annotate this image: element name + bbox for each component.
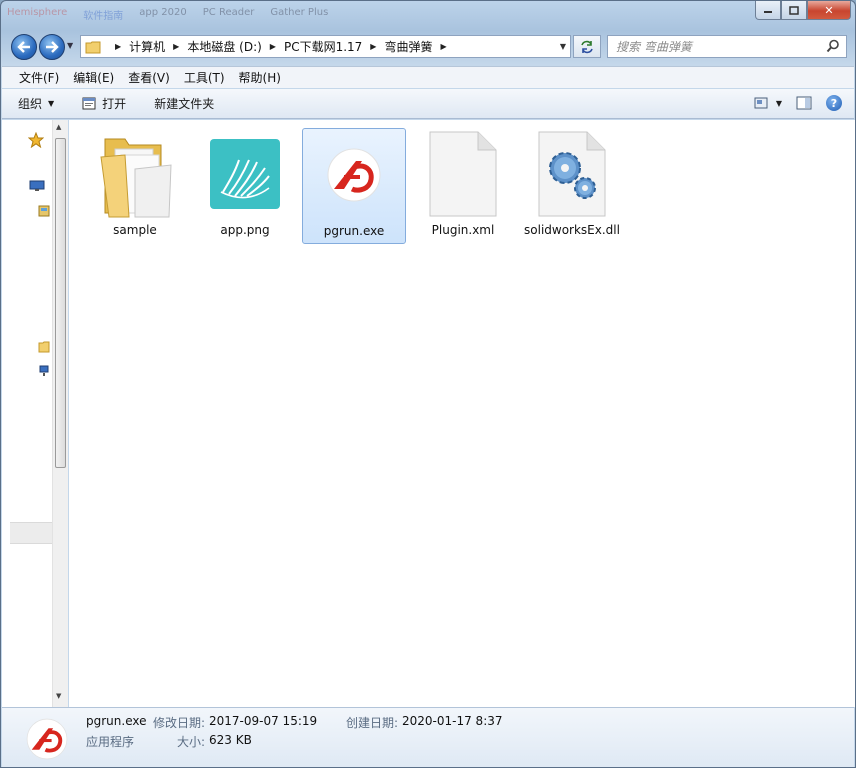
chevron-down-icon: ▼ (775, 98, 782, 108)
back-button[interactable] (11, 34, 37, 60)
maximize-button[interactable] (781, 1, 807, 20)
folder-icon (85, 41, 101, 53)
help-icon[interactable]: ? (826, 95, 842, 111)
menu-help[interactable]: 帮助(H) (232, 69, 288, 86)
organize-button[interactable]: 组织 ▼ (18, 95, 54, 112)
breadcrumb-separator[interactable]: ▶ (440, 42, 446, 51)
file-name: sample (113, 223, 157, 237)
chevron-down-icon: ▼ (48, 99, 55, 108)
title-bar: Hemisphere 软件指南 app 2020 PC Reader Gathe… (1, 1, 855, 29)
preview-pane-icon[interactable] (796, 96, 812, 110)
detail-size-label: 大小: (177, 735, 206, 749)
navigation-row: ▼ ▶ 计算机 ▶ 本地磁盘 (D:) ▶ PC下载网1.17 ▶ 弯曲弹簧 ▶… (1, 31, 855, 63)
view-controls: ▼ ? (754, 95, 842, 111)
detail-size-value: 623 KB (209, 733, 252, 747)
view-options-button[interactable]: ▼ (754, 97, 782, 109)
menu-edit[interactable]: 编辑(E) (66, 69, 121, 86)
ghost-title: PC Reader (202, 7, 255, 18)
libraries-icon[interactable] (38, 204, 50, 218)
menu-view[interactable]: 查看(V) (121, 69, 177, 86)
search-box (607, 35, 847, 58)
file-item-app-png[interactable]: app.png (193, 128, 297, 244)
teal-image-icon (197, 128, 293, 220)
detail-created-label: 创建日期: (346, 716, 399, 730)
view-icon (754, 97, 768, 109)
file-name: app.png (220, 223, 270, 237)
open-icon (82, 97, 96, 110)
forward-button[interactable] (39, 34, 65, 60)
file-name: solidworksEx.dll (524, 223, 620, 237)
menu-file[interactable]: 文件(F) (12, 69, 66, 86)
close-icon: ✕ (824, 3, 834, 17)
folder-icon[interactable] (38, 340, 50, 354)
ghost-title: 软件指南 (83, 11, 124, 22)
breadcrumb-separator[interactable]: ▶ (370, 42, 376, 51)
navigation-pane: ▲ ▼ (2, 120, 68, 707)
network-icon[interactable] (38, 364, 50, 378)
nav-scrollbar[interactable]: ▲ ▼ (52, 120, 68, 707)
open-button[interactable]: 打开 (82, 95, 126, 112)
detail-file-name: pgrun.exe (86, 714, 147, 728)
ghost-title: Hemisphere (7, 7, 68, 18)
ghost-title: app 2020 (139, 7, 187, 18)
close-button[interactable]: ✕ (807, 1, 851, 20)
refresh-icon (581, 40, 593, 53)
file-item-pgrun-exe[interactable]: pgrun.exe (302, 128, 406, 244)
detail-file-type: 应用程序 (86, 735, 135, 749)
file-list: sample app.png pgrun.exe Plugin.xml soli… (69, 120, 855, 707)
favorites-star-icon[interactable] (28, 132, 44, 148)
blank-document-icon (415, 128, 511, 220)
file-item-sample[interactable]: sample (83, 128, 187, 244)
scroll-thumb[interactable] (55, 138, 66, 468)
folder-icon (87, 128, 183, 220)
search-icon[interactable] (826, 39, 840, 53)
command-bar: 组织 ▼ 打开 新建文件夹 ▼ ? (2, 89, 854, 119)
arrow-right-icon (46, 41, 59, 53)
file-name: Plugin.xml (431, 223, 495, 237)
menu-tools[interactable]: 工具(T) (177, 69, 232, 86)
maximize-icon (789, 5, 799, 15)
red-logo-icon (306, 129, 402, 221)
file-item-plugin-xml[interactable]: Plugin.xml (411, 128, 515, 244)
background-window-titles: Hemisphere 软件指南 app 2020 PC Reader Gathe… (7, 7, 328, 22)
arrow-left-icon (17, 41, 30, 53)
menu-bar: 文件(F) 编辑(E) 查看(V) 工具(T) 帮助(H) (2, 66, 854, 88)
breadcrumb-computer[interactable]: 计算机 (129, 38, 165, 55)
file-item-solidworksex-dll[interactable]: solidworksEx.dll (520, 128, 624, 244)
address-bar[interactable]: ▶ 计算机 ▶ 本地磁盘 (D:) ▶ PC下载网1.17 ▶ 弯曲弹簧 ▶ ▼ (80, 35, 571, 58)
new-folder-button[interactable]: 新建文件夹 (154, 95, 214, 112)
minimize-icon (764, 11, 772, 13)
search-input[interactable] (616, 39, 816, 54)
refresh-button[interactable] (573, 35, 601, 58)
nav-hscrollbar[interactable] (10, 522, 52, 544)
address-history-dropdown[interactable]: ▼ (560, 42, 566, 51)
explorer-window: Hemisphere 软件指南 app 2020 PC Reader Gathe… (0, 0, 856, 768)
detail-created-value: 2020-01-17 8:37 (402, 714, 503, 728)
scroll-up-icon[interactable]: ▲ (56, 123, 61, 131)
organize-label: 组织 (18, 97, 43, 111)
details-pane: pgrun.exe 修改日期: 2017-09-07 15:19 创建日期: 2… (2, 707, 854, 767)
new-folder-label: 新建文件夹 (154, 97, 215, 111)
detail-modified-value: 2017-09-07 15:19 (209, 714, 318, 728)
ghost-title: Gather Plus (270, 7, 329, 18)
gears-document-icon (524, 128, 620, 220)
breadcrumb-drive[interactable]: 本地磁盘 (D:) (187, 38, 261, 55)
file-name: pgrun.exe (323, 224, 385, 238)
scroll-down-icon[interactable]: ▼ (56, 692, 61, 700)
breadcrumb-separator[interactable]: ▶ (115, 42, 121, 51)
red-logo-icon (26, 718, 68, 760)
breadcrumb-current[interactable]: 弯曲弹簧 (384, 38, 432, 55)
desktop-icon[interactable] (29, 180, 45, 192)
breadcrumb-separator[interactable]: ▶ (270, 42, 276, 51)
detail-modified-label: 修改日期: (153, 716, 206, 730)
breadcrumb-separator[interactable]: ▶ (173, 42, 179, 51)
breadcrumb-folder[interactable]: PC下载网1.17 (284, 38, 362, 55)
caption-buttons: ✕ (755, 1, 851, 20)
open-label: 打开 (102, 97, 127, 111)
recent-pages-dropdown[interactable]: ▼ (67, 41, 73, 50)
minimize-button[interactable] (755, 1, 781, 20)
